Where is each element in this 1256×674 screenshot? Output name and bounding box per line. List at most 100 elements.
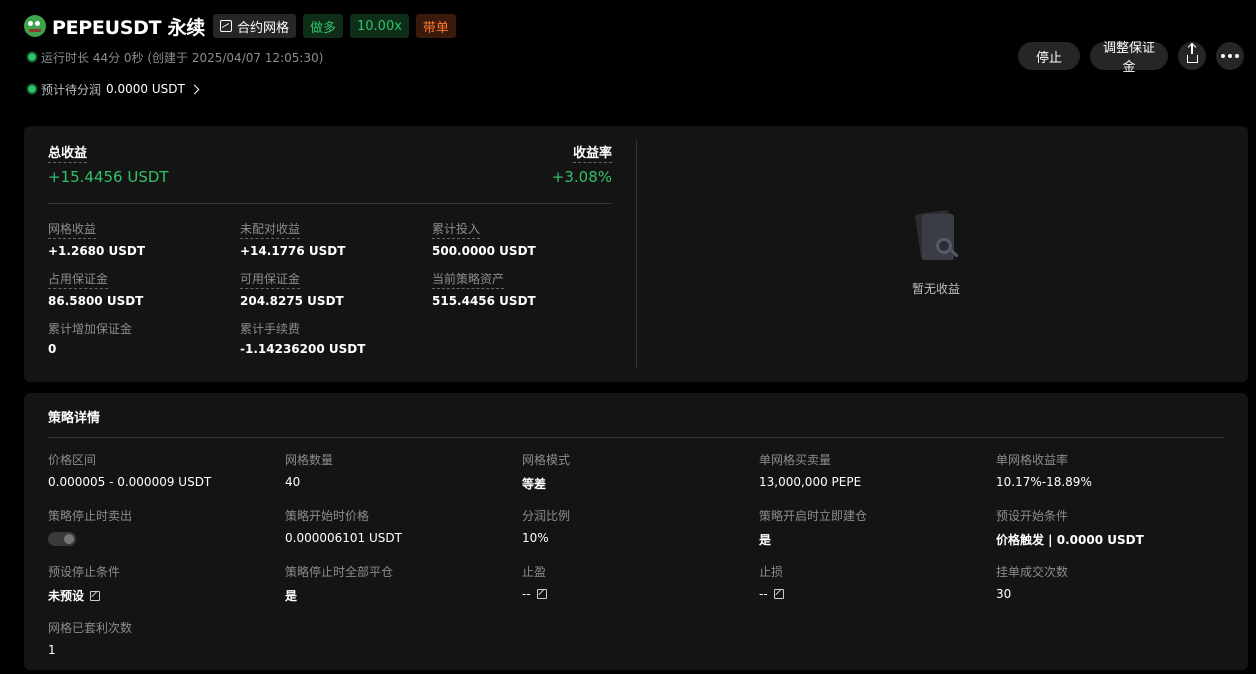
stat-value: 204.8275 USDT <box>240 294 344 308</box>
detail-open-immediately: 策略开启时立即建仓 是 <box>759 507 996 563</box>
stat-label[interactable]: 当前策略资产 <box>432 270 505 289</box>
detail-label: 分润比例 <box>522 509 571 523</box>
stat-available-margin: 可用保证金 204.8275 USDT <box>240 270 432 308</box>
total-earnings: 总收益 +15.4456 USDT <box>48 142 169 186</box>
empty-earnings-state: 暂无收益 <box>904 209 968 297</box>
stat-value: +1.2680 USDT <box>48 244 146 258</box>
stop-condition-value: 未预设 <box>48 589 85 603</box>
runtime-text: 运行时长 44分 0秒 (创建于 2025/04/07 12:05:30) <box>41 50 324 65</box>
detail-stop-loss: 止损 -- <box>759 563 996 619</box>
tag-contract-grid[interactable]: 合约网格 <box>212 14 296 38</box>
detail-label: 价格区间 <box>48 453 97 467</box>
stat-label[interactable]: 累计投入 <box>432 220 481 239</box>
divider <box>48 203 612 204</box>
tag-direction: 做多 <box>302 14 343 38</box>
tag-copy-trade: 带单 <box>415 14 456 38</box>
expected-profit-value: 0.0000 USDT <box>106 82 185 96</box>
detail-stop-condition: 预设停止条件 未预设 <box>48 563 285 619</box>
earnings-stats: 网格收益 +1.2680 USDT 未配对收益 +14.1776 USDT 累计… <box>48 220 612 356</box>
earnings-summary: 总收益 +15.4456 USDT 收益率 +3.08% 网格收益 +1.268… <box>48 142 612 356</box>
detail-per-grid-quantity: 单网格买卖量 13,000,000 PEPE <box>759 451 996 507</box>
total-row: 总收益 +15.4456 USDT 收益率 +3.08% <box>48 142 612 186</box>
chart-icon <box>219 20 232 32</box>
stat-label: 累计手续费 <box>240 322 301 336</box>
detail-value: 是 <box>285 589 298 603</box>
stat-label[interactable]: 未配对收益 <box>240 220 301 239</box>
detail-value: 是 <box>759 533 772 547</box>
stat-total-fees: 累计手续费 -1.14236200 USDT <box>240 320 432 356</box>
expected-profit-label: 预计待分润 <box>41 82 102 97</box>
stop-button[interactable]: 停止 <box>1018 42 1080 70</box>
detail-label: 网格已套利次数 <box>48 621 133 635</box>
detail-start-price: 策略开始时价格 0.000006101 USDT <box>285 507 522 563</box>
stop-loss-value: -- <box>759 587 768 601</box>
detail-label: 策略开启时立即建仓 <box>759 509 868 523</box>
stat-used-margin: 占用保证金 86.5800 USDT <box>48 270 240 308</box>
share-button[interactable] <box>1178 42 1206 70</box>
stat-added-margin: 累计增加保证金 0 <box>48 320 240 356</box>
detail-arbitrage-count: 网格已套利次数 1 <box>48 619 285 674</box>
details-grid: 价格区间 0.000005 - 0.000009 USDT 网格数量 40 网格… <box>48 451 1233 674</box>
earnings-card: 总收益 +15.4456 USDT 收益率 +3.08% 网格收益 +1.268… <box>24 126 1248 382</box>
detail-label: 预设开始条件 <box>996 509 1069 523</box>
detail-close-all-on-stop: 策略停止时全部平仓 是 <box>285 563 522 619</box>
detail-value: 10.17%-18.89% <box>996 475 1092 489</box>
detail-label: 网格模式 <box>522 453 571 467</box>
stat-value: -1.14236200 USDT <box>240 342 366 356</box>
detail-grid-count: 网格数量 40 <box>285 451 522 507</box>
stat-label[interactable]: 占用保证金 <box>48 270 109 289</box>
detail-value: 0.000006101 USDT <box>285 531 402 545</box>
detail-label: 单网格买卖量 <box>759 453 832 467</box>
stat-current-assets: 当前策略资产 515.4456 USDT <box>432 270 612 308</box>
chevron-right-icon[interactable] <box>189 84 200 94</box>
page-title: PEPEUSDT 永续 <box>52 16 205 39</box>
more-button[interactable] <box>1216 42 1244 70</box>
strategy-details-card: 策略详情 价格区间 0.000005 - 0.000009 USDT 网格数量 … <box>24 393 1248 670</box>
detail-label: 预设停止条件 <box>48 565 121 579</box>
detail-value: 1 <box>48 643 56 657</box>
earnings-rate-value: +3.08% <box>551 168 612 186</box>
vertical-divider <box>636 140 637 368</box>
empty-text: 暂无收益 <box>911 282 960 296</box>
detail-value: 等差 <box>522 477 547 491</box>
adjust-margin-button[interactable]: 调整保证金 <box>1090 40 1168 74</box>
expected-profit-row[interactable]: 预计待分润 0.0000 USDT <box>24 81 1244 97</box>
more-icon <box>1221 54 1239 58</box>
stat-unpaired-profit: 未配对收益 +14.1776 USDT <box>240 220 432 258</box>
share-icon <box>1186 44 1198 63</box>
title-row: PEPEUSDT 永续 合约网格 做多 10.00x 带单 <box>24 12 1244 40</box>
edit-icon[interactable] <box>536 589 547 599</box>
earnings-rate: 收益率 +3.08% <box>552 142 612 186</box>
strategy-header: PEPEUSDT 永续 合约网格 做多 10.00x 带单 运行时长 44分 0… <box>24 12 1244 112</box>
detail-sell-on-stop: 策略停止时卖出 <box>48 507 285 563</box>
detail-take-profit: 止盈 -- <box>522 563 759 619</box>
sell-on-stop-toggle[interactable] <box>48 532 76 546</box>
tag-contract-grid-label: 合约网格 <box>236 20 289 36</box>
total-earnings-label[interactable]: 总收益 <box>48 142 88 163</box>
detail-value <box>48 531 285 546</box>
detail-price-range: 价格区间 0.000005 - 0.000009 USDT <box>48 451 285 507</box>
stat-total-investment: 累计投入 500.0000 USDT <box>432 220 612 258</box>
detail-label: 策略停止时全部平仓 <box>285 565 394 579</box>
edit-icon[interactable] <box>773 589 784 599</box>
stat-value: 500.0000 USDT <box>432 244 536 258</box>
divider <box>48 437 1224 438</box>
header-actions: 停止 调整保证金 <box>1018 40 1244 74</box>
details-title: 策略详情 <box>48 411 101 426</box>
stat-label[interactable]: 可用保证金 <box>240 270 301 289</box>
detail-value: 13,000,000 PEPE <box>759 475 862 489</box>
detail-label: 策略开始时价格 <box>285 509 370 523</box>
pepe-coin-icon <box>24 15 46 37</box>
edit-icon[interactable] <box>90 590 101 601</box>
detail-value: 30 <box>996 587 1012 601</box>
earnings-rate-label[interactable]: 收益率 <box>572 142 612 163</box>
empty-document-search-icon <box>914 209 959 266</box>
stat-label: 累计增加保证金 <box>48 322 133 336</box>
stat-value: 0 <box>48 342 57 356</box>
detail-label: 止盈 <box>522 565 547 579</box>
take-profit-value: -- <box>522 587 531 601</box>
detail-value: 价格触发 | 0.0000 USDT <box>996 533 1144 547</box>
status-dot-icon <box>28 53 36 61</box>
detail-label: 网格数量 <box>285 453 334 467</box>
stat-label[interactable]: 网格收益 <box>48 220 97 239</box>
